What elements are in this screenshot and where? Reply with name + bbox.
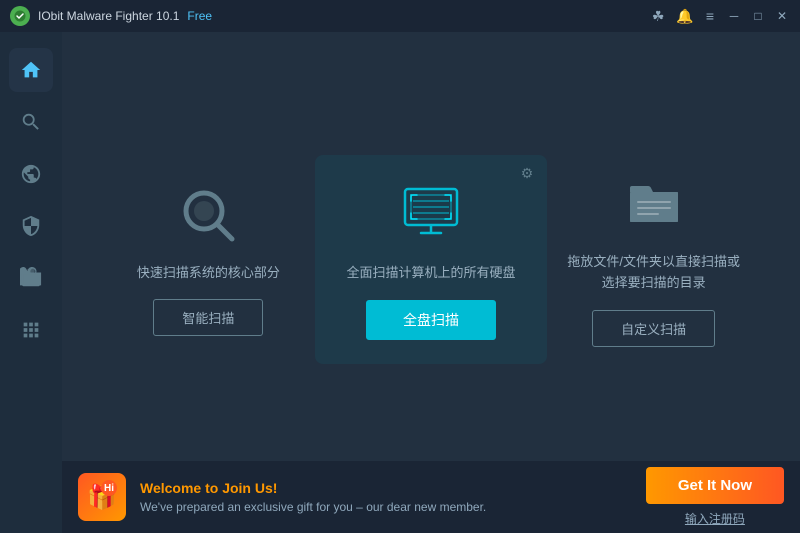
sidebar-item-home[interactable] [9, 48, 53, 92]
full-scan-icon [397, 179, 465, 247]
scan-cards-area: 快速扫描系统的核心部分 智能扫描 ⚙ [62, 32, 800, 487]
close-button[interactable]: ✕ [774, 9, 790, 23]
smart-scan-button[interactable]: 智能扫描 [153, 299, 263, 336]
notification-description: We've prepared an exclusive gift for you… [140, 500, 632, 514]
notification-title: Welcome to Join Us! [140, 480, 632, 496]
free-badge: Free [187, 9, 212, 23]
notification-text: Welcome to Join Us! We've prepared an ex… [140, 480, 632, 514]
app-logo [10, 6, 30, 26]
sidebar-item-shield[interactable] [9, 204, 53, 248]
smart-scan-label: 快速扫描系统的核心部分 [137, 263, 280, 284]
get-it-now-button[interactable]: Get It Now [646, 467, 784, 504]
menu-icon[interactable]: ≡ [706, 8, 714, 24]
gift-icon: 🎁 Hi [78, 473, 126, 521]
full-scan-card: ⚙ [315, 155, 548, 364]
custom-scan-icon [622, 172, 686, 236]
title-bar-right: ☘ 🔔 ≡ ─ □ ✕ [652, 8, 790, 25]
notification-actions: Get It Now 输入注册码 [646, 467, 784, 527]
bell-icon[interactable]: 🔔 [676, 8, 693, 25]
notification-bar: 🎁 Hi Welcome to Join Us! We've prepared … [62, 461, 800, 533]
sidebar-item-scan[interactable] [9, 100, 53, 144]
scan-settings-icon[interactable]: ⚙ [521, 165, 534, 182]
title-bar: IObit Malware Fighter 10.1 Free ☘ 🔔 ≡ ─ … [0, 0, 800, 32]
register-code-link[interactable]: 输入注册码 [685, 510, 745, 527]
full-scan-label: 全面扫描计算机上的所有硬盘 [347, 263, 516, 284]
custom-scan-card: 拖放文件/文件夹以直接扫描或 选择要扫描的目录 自定义扫描 [547, 152, 760, 367]
content-area: 快速扫描系统的核心部分 智能扫描 ⚙ [62, 32, 800, 533]
smart-scan-icon [176, 183, 240, 247]
sidebar-item-globe[interactable] [9, 152, 53, 196]
sidebar [0, 32, 62, 533]
sidebar-item-briefcase[interactable] [9, 256, 53, 300]
custom-scan-button[interactable]: 自定义扫描 [592, 310, 715, 347]
main-container: 快速扫描系统的核心部分 智能扫描 ⚙ [0, 32, 800, 533]
title-bar-left: IObit Malware Fighter 10.1 Free [10, 6, 212, 26]
window-controls: ─ □ ✕ [726, 9, 790, 23]
full-scan-button[interactable]: 全盘扫描 [366, 300, 496, 340]
smart-scan-card: 快速扫描系统的核心部分 智能扫描 [102, 163, 315, 357]
app-title: IObit Malware Fighter 10.1 [38, 9, 179, 23]
clover-icon[interactable]: ☘ [652, 8, 665, 25]
custom-scan-label: 拖放文件/文件夹以直接扫描或 选择要扫描的目录 [567, 252, 740, 294]
sidebar-item-apps[interactable] [9, 308, 53, 352]
minimize-button[interactable]: ─ [726, 9, 742, 23]
maximize-button[interactable]: □ [750, 9, 766, 23]
